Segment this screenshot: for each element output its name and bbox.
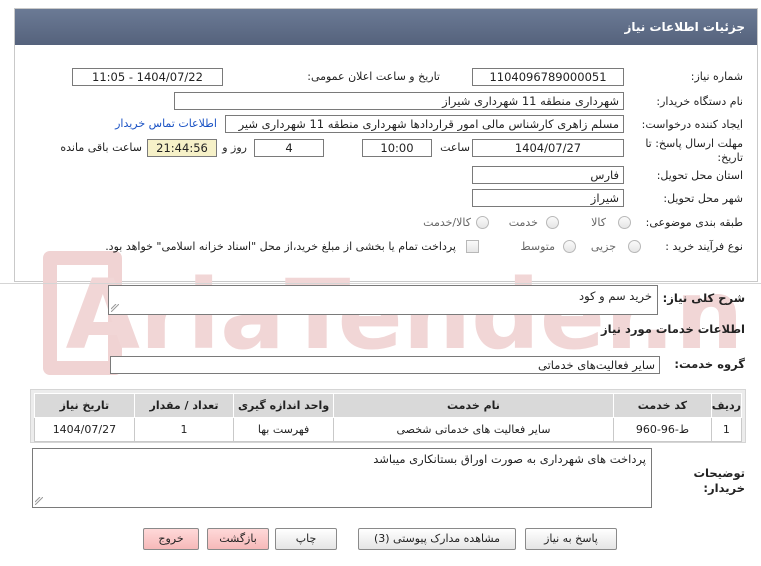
process-type-label: نوع فرآیند خرید :	[665, 240, 743, 253]
days-field[interactable]: 4	[254, 139, 324, 157]
category-radio-goods[interactable]	[618, 216, 631, 229]
resize-grip-icon[interactable]	[111, 304, 119, 312]
category-radio-goods-service[interactable]	[476, 216, 489, 229]
cell-row-number: 1	[710, 417, 743, 442]
exit-button[interactable]: خروج	[143, 528, 199, 550]
cell-service-name: سایر فعالیت های خدماتی شخصی	[332, 417, 615, 442]
resize-grip-icon[interactable]	[35, 497, 43, 505]
services-section-title: اطلاعات خدمات مورد نیاز	[601, 322, 745, 336]
panel-title: جزئیات اطلاعات نیاز	[15, 9, 757, 45]
buyer-org-field[interactable]: شهرداری منطقه 11 شهرداری شیراز	[174, 92, 624, 110]
cell-quantity: 1	[133, 417, 235, 442]
back-button[interactable]: بازگشت	[207, 528, 269, 550]
deadline-label-line2: تاریخ:	[717, 151, 743, 164]
table-header-row: ردیف کد خدمت نام خدمت واحد اندازه گیری ت…	[34, 393, 743, 418]
category-label: طبقه بندی موضوعی:	[645, 216, 743, 229]
announce-datetime-field[interactable]: 1404/07/22 - 11:05	[72, 68, 223, 86]
province-label: استان محل تحویل:	[656, 169, 743, 182]
col-header-quantity: تعداد / مقدار	[133, 393, 235, 418]
col-header-service-code: کد خدمت	[613, 393, 712, 418]
summary-text: خرید سم و کود	[578, 289, 652, 303]
creator-field[interactable]: مسلم زاهری کارشناس مالی امور قراردادها ش…	[225, 115, 624, 133]
print-button[interactable]: چاپ	[275, 528, 337, 550]
buyer-contact-link[interactable]: اطلاعات تماس خریدار	[115, 117, 217, 130]
days-label: روز و	[222, 141, 247, 154]
need-number-label: شماره نیاز:	[690, 70, 743, 83]
summary-textarea[interactable]: خرید سم و کود	[108, 285, 658, 315]
process-radio-medium[interactable]	[563, 240, 576, 253]
buyer-org-label: نام دستگاه خریدار:	[656, 95, 743, 108]
process-option-medium: متوسط	[520, 240, 555, 253]
cell-service-code: ط-96-960	[613, 417, 712, 442]
col-header-row-number: ردیف	[710, 393, 743, 418]
summary-label: شرح کلی نیاز:	[662, 291, 745, 305]
category-radio-service[interactable]	[546, 216, 559, 229]
city-field[interactable]: شیراز	[472, 189, 624, 207]
buyer-notes-label-line2: خریدار:	[703, 481, 745, 495]
category-option-goods-service: کالا/خدمت	[423, 216, 471, 229]
treasury-payment-note: پرداخت تمام یا بخشی از مبلغ خرید،از محل …	[105, 240, 456, 253]
col-header-unit: واحد اندازه گیری	[233, 393, 334, 418]
reply-to-need-button[interactable]: پاسخ به نیاز	[525, 528, 617, 550]
city-label: شهر محل تحویل:	[663, 192, 743, 205]
process-option-minor: جزیی	[590, 240, 616, 253]
category-option-service: خدمت	[508, 216, 538, 229]
deadline-date-field[interactable]: 1404/07/27	[472, 139, 624, 157]
view-attachments-button[interactable]: مشاهده مدارک پیوستی (3)	[358, 528, 516, 550]
buyer-notes-label-line1: توضیحات	[693, 466, 746, 480]
announce-datetime-label: تاریخ و ساعت اعلان عمومی:	[307, 70, 440, 83]
process-radio-minor[interactable]	[628, 240, 641, 253]
service-group-field[interactable]: سایر فعالیت‌های خدماتی	[110, 356, 660, 374]
remaining-time-label: ساعت باقی مانده	[60, 141, 142, 154]
cell-need-date: 1404/07/27	[34, 417, 135, 442]
section-divider	[0, 283, 761, 284]
service-group-label: گروه خدمت:	[674, 357, 745, 371]
treasury-payment-checkbox[interactable]	[466, 240, 479, 253]
deadline-time-field[interactable]: 10:00	[362, 139, 432, 157]
category-option-goods: کالا	[591, 216, 606, 229]
buyer-notes-textarea[interactable]: پرداخت های شهرداری به صورت اوراق بستانکا…	[32, 448, 652, 508]
remaining-time-field: 21:44:56	[147, 139, 217, 157]
deadline-label-line1: مهلت ارسال پاسخ: تا	[645, 137, 743, 150]
services-table: ردیف کد خدمت نام خدمت واحد اندازه گیری ت…	[34, 393, 743, 442]
buyer-notes-text: پرداخت های شهرداری به صورت اوراق بستانکا…	[373, 452, 646, 466]
col-header-service-name: نام خدمت	[332, 393, 615, 418]
deadline-time-label: ساعت	[440, 141, 470, 154]
province-field[interactable]: فارس	[472, 166, 624, 184]
table-row[interactable]: 1 ط-96-960 سایر فعالیت های خدماتی شخصی ف…	[34, 417, 743, 442]
col-header-need-date: تاریخ نیاز	[34, 393, 135, 418]
creator-label: ایجاد کننده درخواست:	[641, 118, 743, 131]
need-number-field[interactable]: 1104096789000051	[472, 68, 624, 86]
cell-unit: فهرست بها	[233, 417, 334, 442]
